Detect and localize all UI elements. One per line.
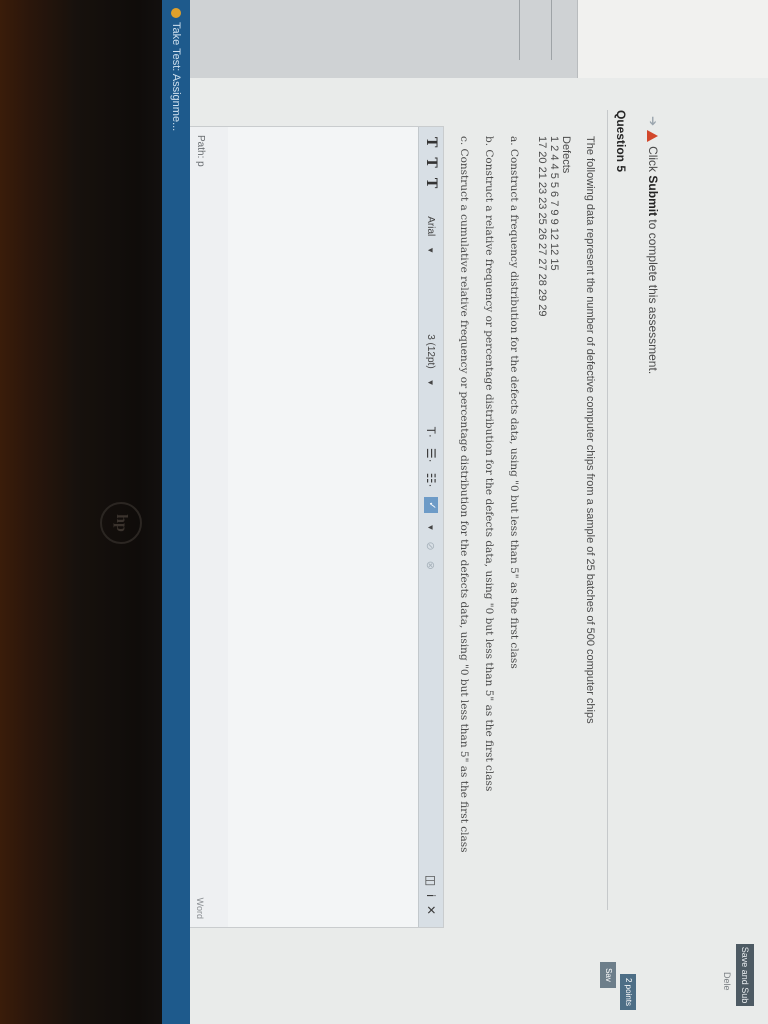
editor-text-area[interactable]	[228, 127, 418, 927]
chevron-down-icon[interactable]: ▼	[427, 523, 436, 531]
taskbar: Take Test: Assignme...	[162, 0, 190, 1024]
arrow-right-icon: ➔	[646, 116, 660, 127]
delete-button[interactable]: Dele	[718, 972, 732, 1012]
text-format-button[interactable]: T	[423, 157, 439, 167]
editor-path: Path: p	[195, 135, 206, 167]
text-format-button[interactable]: T	[423, 178, 439, 188]
notice-text: Click Submit to complete this assessment…	[646, 146, 660, 375]
question-divider	[607, 110, 608, 910]
link-icon[interactable]: ⊘	[425, 541, 438, 550]
numbered-list-icon[interactable]: ☷·	[424, 473, 438, 488]
text-format-button[interactable]: T	[423, 137, 439, 147]
points-badge: 2 points	[620, 974, 636, 1010]
font-family-select[interactable]: Arial	[426, 216, 437, 236]
page-rotated: ➔ Click Submit to complete this assessme…	[162, 0, 768, 1024]
top-frame	[162, 0, 768, 78]
defects-data: Defects 1 2 4 4 5 5 6 7 9 9 12 12 15 17 …	[536, 136, 572, 316]
question-parts: a. Construct a frequency distribution fo…	[445, 136, 520, 853]
font-size-select[interactable]: 3 (12pt)	[426, 334, 437, 368]
taskbar-item-label: Take Test: Assignme...	[170, 22, 182, 132]
save-and-submit-button[interactable]: Save and Sub	[736, 944, 754, 1006]
unlink-icon[interactable]: ⊗	[425, 561, 438, 570]
screen: ➔ Click Submit to complete this assessme…	[162, 0, 768, 1024]
top-panel	[577, 0, 768, 78]
editor-toolbar: T T T Arial ▼ 3 (12pt) ▼ T· ☰· ☷· ✓ ▼ ⊘	[418, 127, 443, 927]
chevron-down-icon[interactable]: ▼	[427, 246, 436, 254]
spellcheck-icon[interactable]: ✓	[424, 497, 438, 514]
defects-row: 1 2 4 4 5 5 6 7 9 9 12 12 15	[548, 136, 560, 271]
text-color-icon[interactable]: T·	[424, 427, 438, 438]
assessment-content: ➔ Click Submit to complete this assessme…	[184, 86, 746, 928]
part-c: c. Construct a cumulative relative frequ…	[458, 136, 470, 853]
bullet-list-icon[interactable]: ☰·	[424, 448, 438, 463]
browser-icon	[171, 8, 181, 18]
answer-editor: T T T Arial ▼ 3 (12pt) ▼ T· ☰· ☷· ✓ ▼ ⊘	[184, 126, 444, 928]
part-a: a. Construct a frequency distribution fo…	[508, 136, 520, 669]
defects-label: Defects	[560, 136, 572, 174]
assessment-actions: Save and Sub Dele 2 points Sav	[162, 904, 768, 1024]
save-answer-button[interactable]: Sav	[600, 962, 616, 988]
taskbar-item[interactable]: Take Test: Assignme...	[170, 0, 182, 139]
preview-icon[interactable]: ◫	[424, 875, 438, 886]
divider	[551, 0, 552, 60]
chevron-down-icon[interactable]: ▼	[427, 379, 436, 387]
warning-icon	[647, 130, 659, 143]
question-title: Question 5	[614, 110, 628, 173]
defects-row: 17 20 21 23 23 25 26 27 27 28 29 29	[536, 136, 548, 317]
hp-logo-icon: hp	[100, 502, 142, 544]
info-icon[interactable]: i	[424, 894, 438, 897]
divider	[519, 0, 520, 60]
part-b: b. Construct a relative frequency or per…	[483, 136, 495, 792]
question-text: The following data represent the number …	[584, 136, 596, 724]
submit-notice: ➔ Click Submit to complete this assessme…	[646, 116, 660, 374]
